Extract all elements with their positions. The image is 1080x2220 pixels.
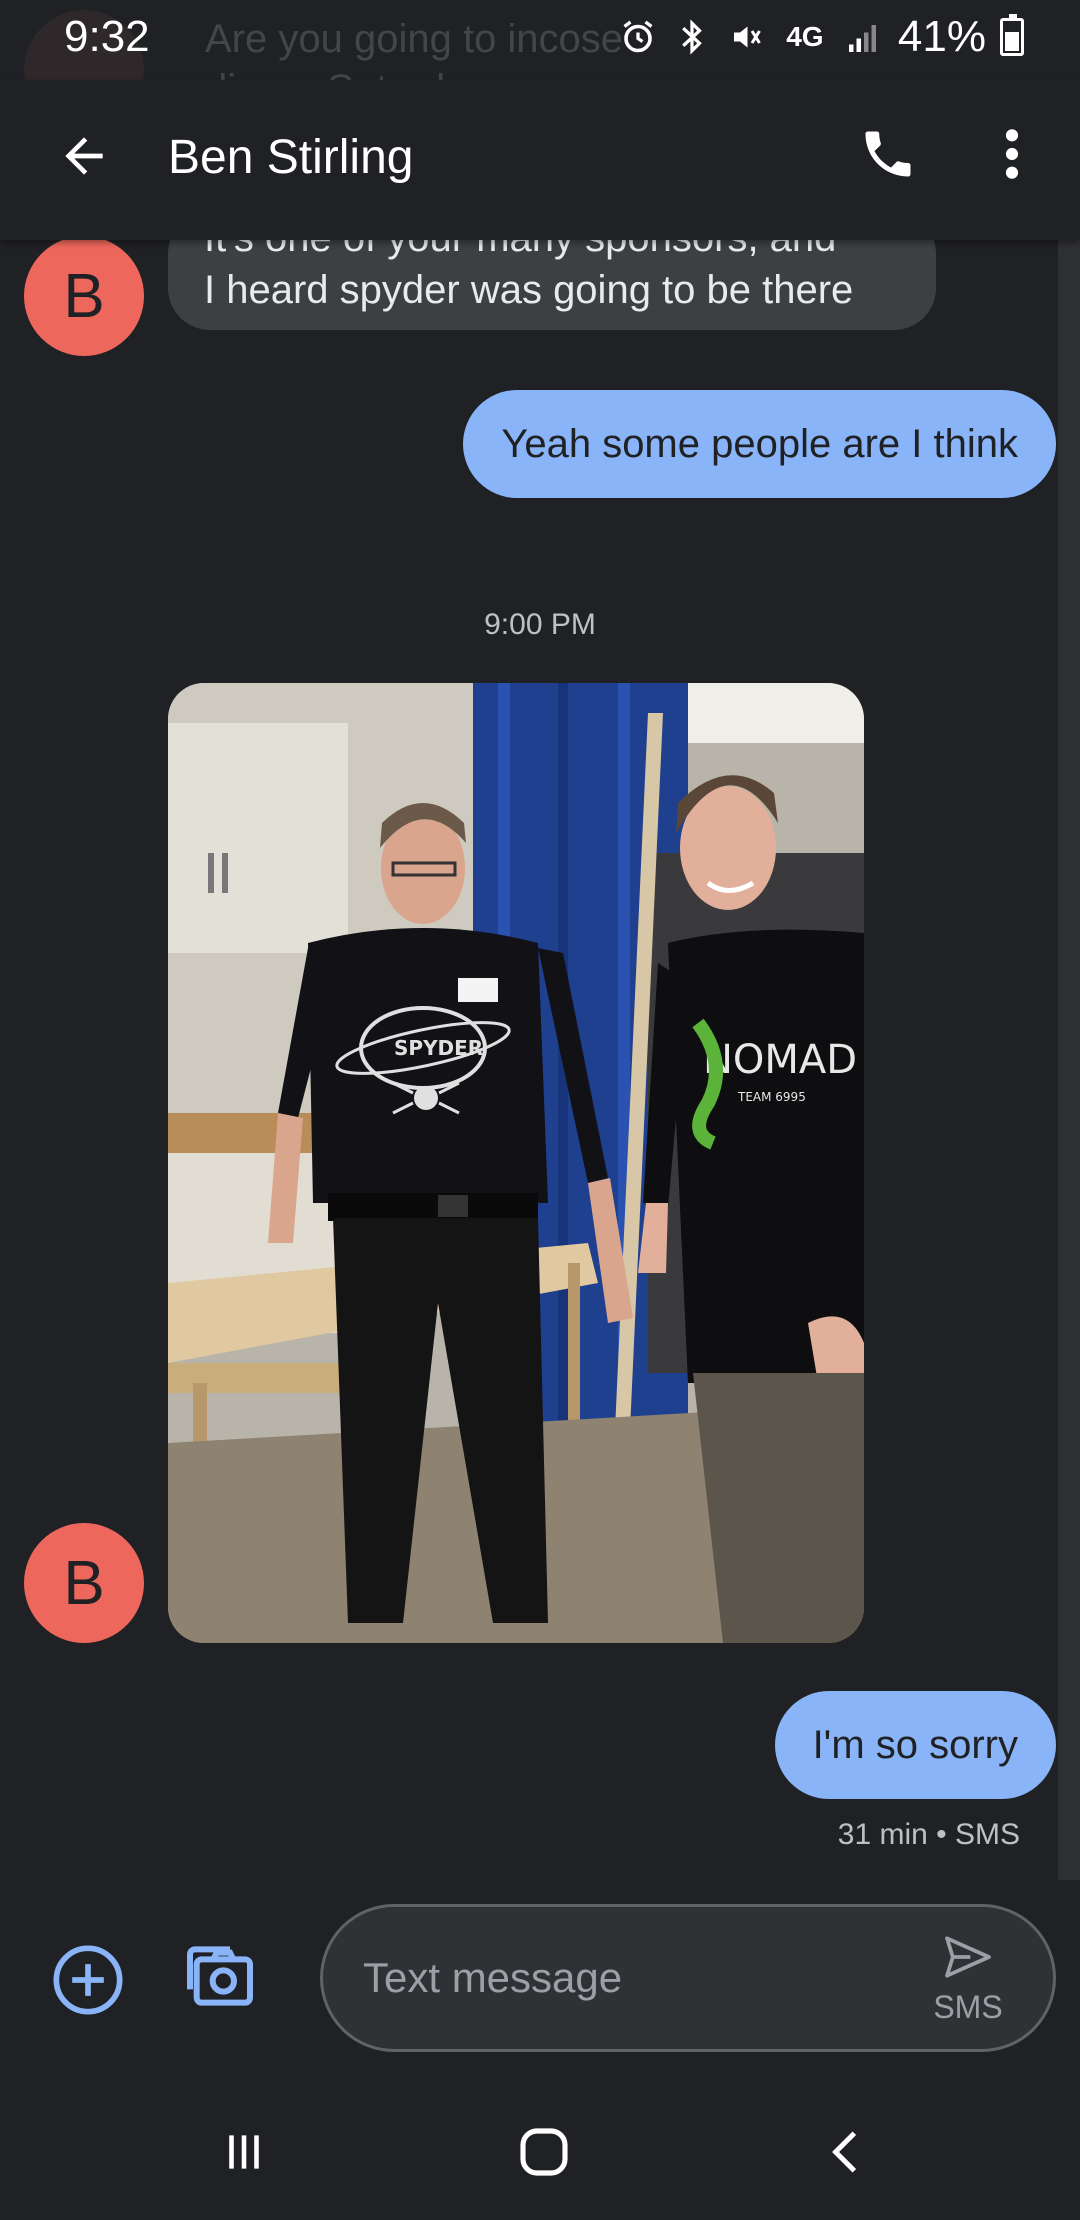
image-attachment[interactable]: SPYDER NOMAD TEAM 6995 [168,683,864,1643]
message-text: Yeah some people are I think [501,422,1018,466]
status-bar: 9:32 4G 41% [0,0,1080,80]
bluetooth-icon [672,15,712,59]
outgoing-message[interactable]: Yeah some people are I think [463,390,1056,498]
send-button[interactable]: SMS [923,1929,1013,2033]
alarm-icon [618,15,658,59]
more-options-button[interactable] [980,118,1044,190]
status-time: 9:32 [64,12,150,61]
back-button[interactable] [48,120,120,192]
send-icon [945,1936,991,1978]
call-button[interactable] [852,118,924,190]
message-input[interactable] [363,1943,903,2013]
message-text-line2: I heard spyder was going to be there [204,268,854,312]
scrollbar[interactable] [1058,240,1080,1880]
recents-icon [229,2135,259,2169]
mute-icon [726,15,766,59]
shirt-text-spyder: SPYDER [394,1036,483,1060]
signal-icon [844,15,884,59]
network-type-label: 4G [786,21,824,52]
network-type-icon: 4G [780,15,830,59]
conversation-thread[interactable]: B It's one of your many sponsors, and I … [0,240,1080,1880]
system-nav-bar [0,2080,1080,2220]
send-mode-label: SMS [933,1989,1003,2025]
add-attachment-button[interactable] [48,1940,128,2020]
add-circle-icon [53,1945,123,2015]
more-vert-icon [1005,129,1019,179]
avatar-initial: B [63,261,105,331]
avatar[interactable]: B [24,240,144,356]
battery-icon [1000,14,1024,56]
compose-bar: SMS [0,1880,1080,2080]
message-text-line1: It's one of your many sponsors, and [204,240,898,264]
app-bar: Ben Stirling [0,80,1080,240]
avatar-initial: B [63,1548,105,1618]
message-status: 31 min • SMS [837,1818,1020,1851]
back-nav-button[interactable] [806,2120,886,2184]
outgoing-message[interactable]: I'm so sorry [774,1691,1056,1799]
home-icon [520,2128,568,2176]
message-input-container[interactable]: SMS [320,1904,1056,2052]
arrow-back-icon [65,137,103,175]
recents-button[interactable] [204,2120,284,2184]
phone-icon [865,131,911,177]
incoming-message[interactable]: It's one of your many sponsors, and I he… [168,240,936,330]
shirt-text-team: TEAM 6995 [737,1090,806,1104]
avatar[interactable]: B [24,1523,144,1643]
photo-image: SPYDER NOMAD TEAM 6995 [168,683,864,1643]
shirt-text-nomad: NOMAD [703,1037,857,1083]
timestamp: 9:00 PM [484,608,596,641]
status-icons: 4G 41% [618,12,1024,62]
photo-camera-icon [187,1946,253,2006]
home-button[interactable] [504,2120,584,2184]
battery-percent: 41% [897,12,986,61]
gallery-button[interactable] [180,1936,260,2016]
chevron-left-icon [832,2131,857,2173]
message-text: I'm so sorry [812,1723,1018,1767]
conversation-title: Ben Stirling [168,131,414,184]
